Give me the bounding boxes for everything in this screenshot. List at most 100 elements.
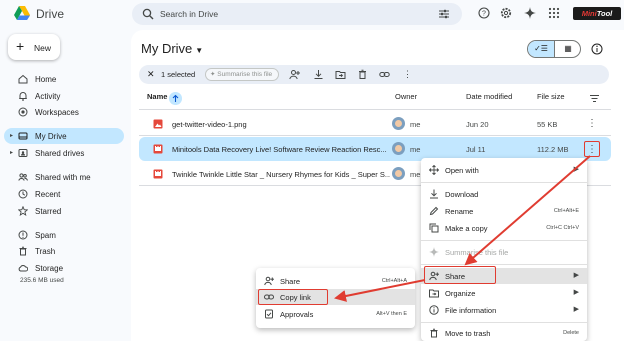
sidebar-item-label: Recent	[35, 190, 61, 199]
app-name: Drive	[36, 7, 65, 21]
gemini-icon[interactable]	[524, 7, 536, 19]
search-options-icon[interactable]	[438, 8, 450, 20]
star-icon	[18, 206, 28, 216]
video-file-icon	[153, 144, 163, 154]
sidebar-item-shared-with-me[interactable]: Shared with me	[4, 169, 124, 185]
sparkle-icon	[429, 247, 439, 257]
folder-move-icon	[429, 289, 439, 298]
menu-item-organize[interactable]: Organize ▶	[421, 285, 587, 301]
menu-item-file-information[interactable]: File information ▶	[421, 302, 587, 318]
sidebar-item-starred[interactable]: Starred	[4, 203, 124, 219]
more-options-icon[interactable]: ⋮	[584, 141, 600, 157]
file-owner: me	[410, 120, 421, 129]
help-icon[interactable]: ?	[478, 7, 490, 19]
page-title[interactable]: My Drive ▼	[141, 41, 203, 56]
plus-icon: +	[16, 38, 25, 54]
close-icon[interactable]: ✕	[147, 69, 155, 80]
sidebar-item-label: Starred	[35, 207, 62, 216]
storage-usage: 235.6 MB used	[20, 277, 64, 284]
brand-watermark: MiniTool	[573, 7, 621, 20]
menu-item-shortcut: Ctrl+Alt+A	[381, 278, 407, 284]
bell-icon	[19, 92, 27, 101]
home-icon	[18, 74, 28, 84]
submenu-arrow-icon: ▶	[573, 166, 579, 173]
menu-item-label: Approvals	[280, 310, 314, 319]
sidebar-item-label: Spam	[35, 231, 56, 240]
sidebar-item-shared-drives[interactable]: ▸ Shared drives	[4, 145, 124, 161]
sidebar-item-label: Shared drives	[35, 149, 85, 158]
drive-logo-icon[interactable]	[14, 6, 30, 20]
search-bar[interactable]: Search in Drive	[132, 3, 462, 25]
pencil-icon	[429, 206, 439, 216]
menu-item-move-to-trash[interactable]: Move to trash Delete	[421, 325, 587, 341]
menu-item-shortcut: Delete	[563, 330, 579, 336]
sidebar-item-label: Activity	[35, 92, 61, 101]
file-owner: me	[410, 145, 421, 154]
sidebar-item-workspaces[interactable]: Workspaces	[4, 104, 124, 120]
column-date-modified[interactable]: Date modified	[466, 92, 512, 101]
new-button[interactable]: + New	[8, 34, 60, 60]
menu-item-open-with[interactable]: Open with ▶	[421, 162, 587, 178]
menu-item-download[interactable]: Download	[421, 186, 587, 202]
sidebar-item-label: Trash	[35, 247, 56, 256]
selection-count: 1 selected	[161, 70, 196, 79]
table-row[interactable]: get-twitter-video-1.png me Jun 20 55 KB …	[139, 112, 611, 136]
sidebar-item-label: My Drive	[35, 132, 67, 141]
move-icon[interactable]	[335, 69, 346, 80]
expand-arrow-icon[interactable]: ▸	[10, 149, 13, 156]
sidebar-item-storage[interactable]: Storage	[4, 260, 124, 276]
menu-divider	[421, 264, 587, 265]
sidebar-item-trash[interactable]: Trash	[4, 243, 124, 259]
sidebar-item-activity[interactable]: Activity	[4, 88, 124, 104]
more-options-icon[interactable]: ⋮	[403, 69, 414, 80]
column-owner[interactable]: Owner	[395, 92, 417, 101]
file-date: Jul 11	[466, 145, 486, 154]
more-options-icon[interactable]: ⋮	[584, 116, 600, 132]
info-icon[interactable]	[591, 43, 603, 55]
grid-view-button[interactable]: ▦	[555, 41, 580, 57]
sidebar-item-label: Workspaces	[35, 108, 79, 117]
column-name[interactable]: Name	[147, 92, 167, 101]
submenu-item-approvals[interactable]: Approvals Alt+V then E	[256, 306, 415, 322]
brand-text-a: Mini	[581, 9, 597, 18]
submenu-arrow-icon: ▶	[573, 289, 579, 296]
column-file-size[interactable]: File size	[537, 92, 565, 101]
submenu-arrow-icon: ▶	[573, 306, 579, 313]
sidebar-item-recent[interactable]: Recent	[4, 186, 124, 202]
drive-icon	[18, 132, 28, 140]
file-size: 55 KB	[537, 120, 558, 129]
summarise-button[interactable]: ✦ Summarise this file	[205, 68, 279, 81]
menu-item-shortcut: Ctrl+C Ctrl+V	[546, 225, 579, 231]
menu-item-label: Organize	[445, 289, 476, 298]
copy-icon	[429, 223, 439, 233]
menu-item-label: File information	[445, 306, 497, 315]
share-person-icon[interactable]	[289, 69, 300, 80]
trash-icon	[19, 246, 27, 256]
menu-item-label: Share	[280, 277, 301, 286]
sidebar-item-home[interactable]: Home	[4, 71, 124, 87]
download-icon[interactable]	[313, 69, 324, 80]
menu-item-make-a-copy[interactable]: Make a copy Ctrl+C Ctrl+V	[421, 220, 587, 236]
settings-icon[interactable]	[500, 7, 512, 19]
list-view-button[interactable]: ✓☰	[528, 41, 555, 57]
sidebar-item-my-drive[interactable]: ▸ My Drive	[4, 128, 124, 144]
expand-arrow-icon[interactable]: ▸	[10, 132, 13, 139]
submenu-arrow-icon: ▶	[573, 272, 579, 279]
link-icon[interactable]	[379, 69, 390, 80]
image-file-icon	[153, 119, 163, 129]
info-icon	[429, 305, 439, 315]
menu-item-rename[interactable]: Rename Ctrl+Alt+E	[421, 203, 587, 219]
view-toggle: ✓☰ ▦	[527, 40, 581, 58]
context-menu: Open with ▶ Download Rename Ctrl+Alt+E M…	[421, 158, 587, 341]
sidebar-item-spam[interactable]: Spam	[4, 227, 124, 243]
sort-options-icon[interactable]	[589, 93, 600, 104]
apps-grid-icon[interactable]	[548, 7, 560, 19]
sort-arrow-icon[interactable]	[169, 92, 182, 105]
caret-down-icon: ▼	[195, 46, 204, 55]
trash-icon[interactable]	[357, 69, 368, 80]
search-input[interactable]: Search in Drive	[160, 9, 218, 19]
submenu-item-share[interactable]: Share Ctrl+Alt+A	[256, 273, 415, 289]
cloud-icon	[18, 265, 28, 272]
summarise-label: Summarise this file	[217, 71, 273, 78]
file-name: get-twitter-video-1.png	[172, 120, 247, 129]
